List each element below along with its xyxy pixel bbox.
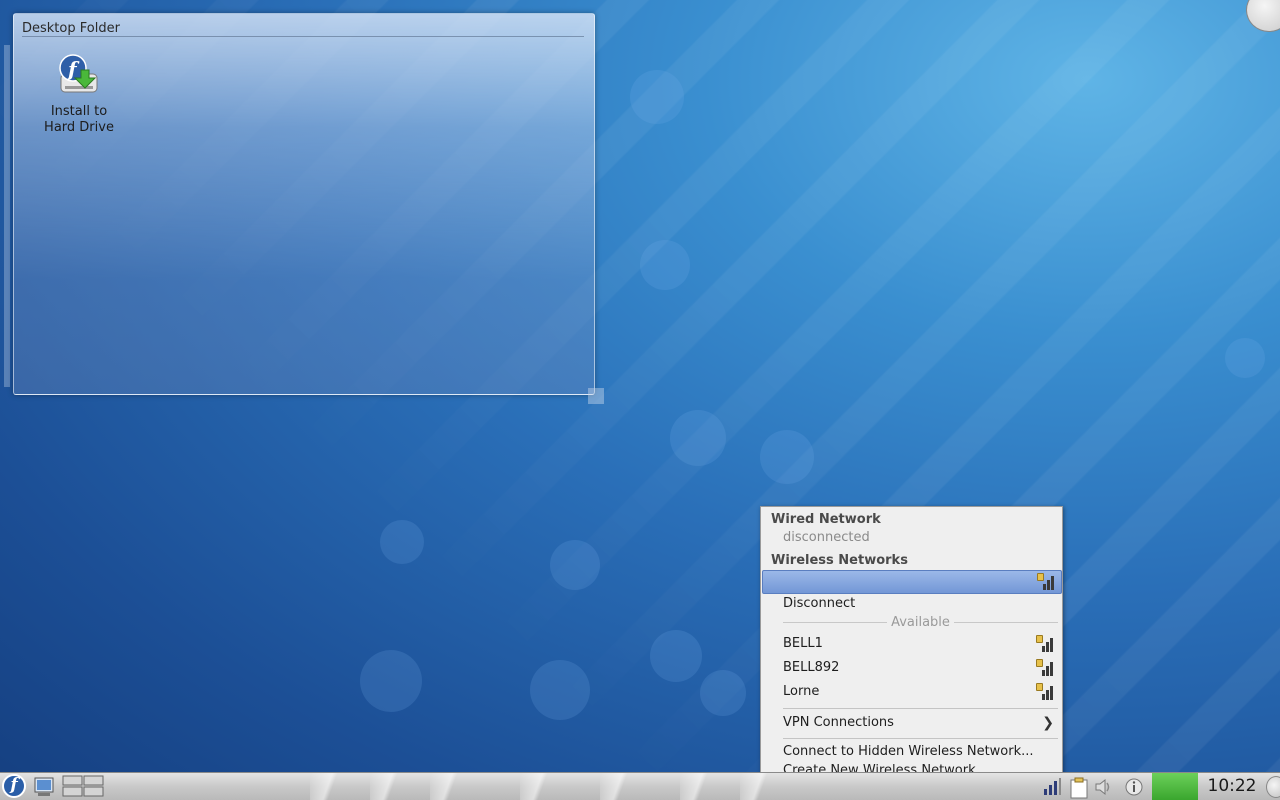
wallpaper-bokeh <box>530 660 590 720</box>
wireless-networks-header: Wireless Networks <box>771 553 908 568</box>
taskbar-streak <box>680 773 720 800</box>
wired-network-status: disconnected <box>783 530 870 545</box>
folder-view-resize-handle[interactable] <box>588 388 604 404</box>
desktop-folder-view: Desktop Folder f Install to Hard Drive <box>13 13 595 395</box>
folder-view-handle[interactable] <box>4 45 10 387</box>
menu-separator <box>783 708 1058 709</box>
fedora-kickoff-icon[interactable]: f <box>2 774 26 798</box>
wallpaper-bokeh <box>650 630 702 682</box>
network-item-bell1[interactable]: BELL1 <box>783 636 823 651</box>
taskbar-streak <box>310 773 350 800</box>
available-label: Available <box>891 614 950 630</box>
network-item-lorne[interactable]: Lorne <box>783 684 819 699</box>
disconnect-item[interactable]: Disconnect <box>783 596 855 611</box>
panel-toolbox-cashew[interactable] <box>1266 776 1280 798</box>
wallpaper-bokeh <box>640 240 690 290</box>
taskbar-streak <box>430 773 470 800</box>
taskbar-streak <box>740 773 780 800</box>
taskbar-streak <box>600 773 640 800</box>
network-signal-icon[interactable] <box>1042 777 1062 797</box>
volume-icon[interactable] <box>1094 777 1114 797</box>
signal-secured-icon <box>1036 659 1056 677</box>
network-ssid: BELL892 <box>783 660 840 675</box>
network-ssid: BELL1 <box>783 636 823 651</box>
menu-separator <box>783 738 1058 739</box>
submenu-chevron-icon: ❯ <box>1042 715 1054 731</box>
wallpaper-bokeh <box>700 670 746 716</box>
folder-view-divider <box>22 36 584 37</box>
wallpaper-bokeh <box>380 520 424 564</box>
network-item-bell892[interactable]: BELL892 <box>783 660 839 675</box>
signal-secured-icon <box>1036 683 1056 701</box>
desktop-icon-install[interactable]: f Install to Hard Drive <box>40 52 118 136</box>
fedora-install-icon: f <box>55 52 103 100</box>
network-ssid: Lorne <box>783 684 820 699</box>
connect-hidden-network-item[interactable]: Connect to Hidden Wireless Network... <box>783 744 1034 759</box>
show-desktop-icon[interactable] <box>34 775 54 800</box>
signal-secured-icon <box>1037 573 1057 591</box>
taskbar-streak <box>520 773 560 800</box>
signal-secured-icon <box>1036 635 1056 653</box>
available-separator: Available <box>783 614 1058 630</box>
folder-view-title: Desktop Folder <box>22 21 120 36</box>
wallpaper-bokeh <box>630 70 684 124</box>
desktop-icon-label: Install to Hard Drive <box>44 104 114 135</box>
wallpaper-bokeh <box>760 430 814 484</box>
taskbar-streak <box>370 773 410 800</box>
pager-icon[interactable] <box>62 775 104 800</box>
info-icon[interactable] <box>1124 777 1144 797</box>
network-menu: Wired Network disconnected Wireless Netw… <box>760 506 1063 782</box>
klipper-clipboard-icon[interactable] <box>1068 777 1088 799</box>
wallpaper-bokeh <box>1225 338 1265 378</box>
wired-network-header: Wired Network <box>771 512 881 527</box>
active-wireless-network[interactable] <box>762 570 1062 594</box>
wallpaper-bokeh <box>360 650 422 712</box>
clock[interactable]: 10:22 <box>1200 773 1264 800</box>
vpn-connections-item[interactable]: VPN Connections <box>783 715 894 730</box>
wallpaper-bokeh <box>550 540 600 590</box>
activity-indicator[interactable] <box>1152 773 1198 800</box>
wallpaper-bokeh <box>670 410 726 466</box>
